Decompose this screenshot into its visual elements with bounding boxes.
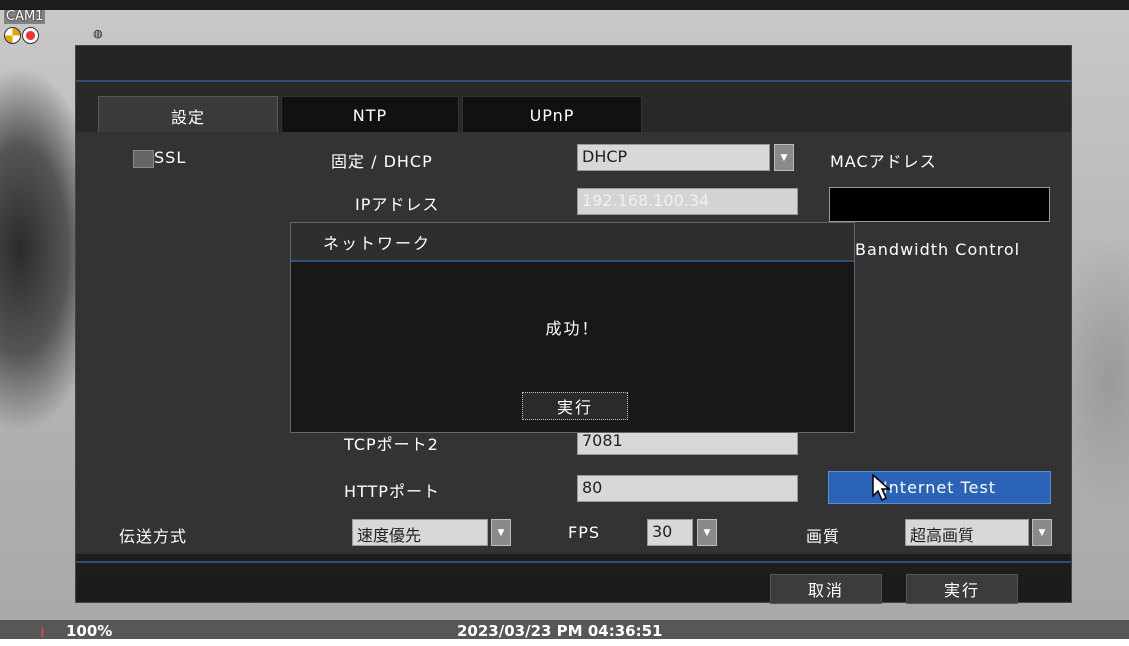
ssl-label: SSL — [154, 148, 187, 167]
timestamp: 2023/03/23 PM 04:36:51 — [457, 622, 663, 640]
bandwidth-control-label: Bandwidth Control — [855, 240, 1021, 259]
chevron-down-icon[interactable]: ▼ — [1032, 519, 1052, 546]
internet-test-button[interactable]: Internet Test — [828, 471, 1051, 504]
transfer-mode-select[interactable]: 速度優先 — [352, 519, 488, 546]
ip-address-field[interactable]: 192.168.100.34 — [577, 188, 798, 215]
ip-address-label: IPアドレス — [355, 195, 440, 214]
tab-upnp[interactable]: UPnP — [462, 96, 642, 134]
tab-settings[interactable]: 設定 — [98, 96, 278, 134]
record-icon — [22, 27, 39, 44]
tcp-port2-label: TCPポート2 — [344, 435, 439, 454]
dialog-title: ネットワーク — [323, 234, 432, 253]
chevron-down-icon[interactable]: ▼ — [774, 144, 794, 171]
motion-icon — [4, 27, 21, 44]
zoom-level: 100% — [66, 622, 113, 640]
mac-address-field — [829, 187, 1050, 222]
fps-select[interactable]: 30 — [647, 519, 693, 546]
transfer-mode-label: 伝送方式 — [119, 527, 188, 546]
fps-label: FPS — [568, 523, 601, 542]
execute-button[interactable]: 実行 — [906, 574, 1018, 604]
top-strip — [0, 0, 1129, 10]
tab-ntp[interactable]: NTP — [281, 96, 459, 134]
camera-label: CAM1 — [4, 9, 46, 24]
http-port-label: HTTPポート — [344, 482, 440, 501]
ip-mode-select[interactable]: DHCP — [577, 144, 770, 171]
footer-divider — [76, 561, 1071, 563]
quality-label: 画質 — [806, 527, 841, 546]
recording-indicator-icon: ⭳ — [40, 625, 45, 641]
mac-label: MACアドレス — [830, 152, 937, 171]
dialog-message: 成功！ — [545, 319, 600, 338]
cancel-button[interactable]: 取消 — [770, 574, 882, 604]
http-port-field[interactable]: 80 — [577, 475, 798, 502]
chevron-down-icon[interactable]: ▼ — [697, 519, 717, 546]
quality-select[interactable]: 超高画質 — [905, 519, 1029, 546]
ssl-checkbox[interactable] — [133, 150, 154, 168]
mouse-pointer-icon — [872, 474, 891, 502]
dialog-execute-button[interactable]: 実行 — [522, 392, 628, 420]
chevron-down-icon[interactable]: ▼ — [491, 519, 511, 546]
ip-mode-label: 固定 / DHCP — [331, 152, 433, 171]
network-dialog: ネットワーク 成功！ 実行 — [290, 222, 855, 433]
panel-header — [76, 46, 1071, 82]
audio-icon: ◍ — [93, 27, 103, 40]
